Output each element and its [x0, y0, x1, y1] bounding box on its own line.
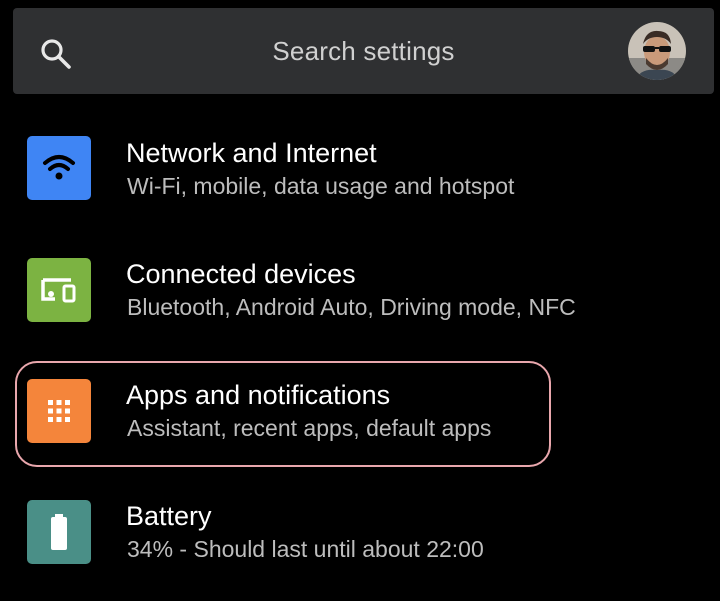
- avatar-image: [628, 22, 686, 80]
- setting-subtitle: Assistant, recent apps, default apps: [127, 415, 492, 441]
- search-input[interactable]: Search settings: [13, 36, 714, 67]
- setting-title: Connected devices: [126, 259, 356, 289]
- setting-apps-notifications[interactable]: Apps and notifications Assistant, recent…: [0, 370, 720, 470]
- apps-grid-icon-tile: [27, 379, 91, 443]
- apps-grid-icon: [48, 400, 70, 422]
- wifi-icon-tile: [27, 136, 91, 200]
- setting-title: Network and Internet: [126, 138, 377, 168]
- setting-battery[interactable]: Battery 34% - Should last until about 22…: [0, 491, 720, 591]
- setting-network-internet[interactable]: Network and Internet Wi-Fi, mobile, data…: [0, 128, 720, 228]
- setting-title: Battery: [126, 501, 212, 531]
- battery-icon-tile: [27, 500, 91, 564]
- devices-icon-tile: [27, 258, 91, 322]
- setting-title: Apps and notifications: [126, 380, 391, 410]
- devices-icon: [41, 278, 76, 303]
- setting-connected-devices[interactable]: Connected devices Bluetooth, Android Aut…: [0, 249, 720, 349]
- wifi-icon: [43, 155, 75, 180]
- search-bar[interactable]: Search settings: [13, 8, 714, 94]
- setting-subtitle: Wi-Fi, mobile, data usage and hotspot: [127, 173, 515, 199]
- setting-subtitle: 34% - Should last until about 22:00: [127, 536, 484, 562]
- avatar[interactable]: [628, 22, 686, 80]
- battery-icon: [51, 514, 67, 550]
- setting-subtitle: Bluetooth, Android Auto, Driving mode, N…: [127, 294, 576, 320]
